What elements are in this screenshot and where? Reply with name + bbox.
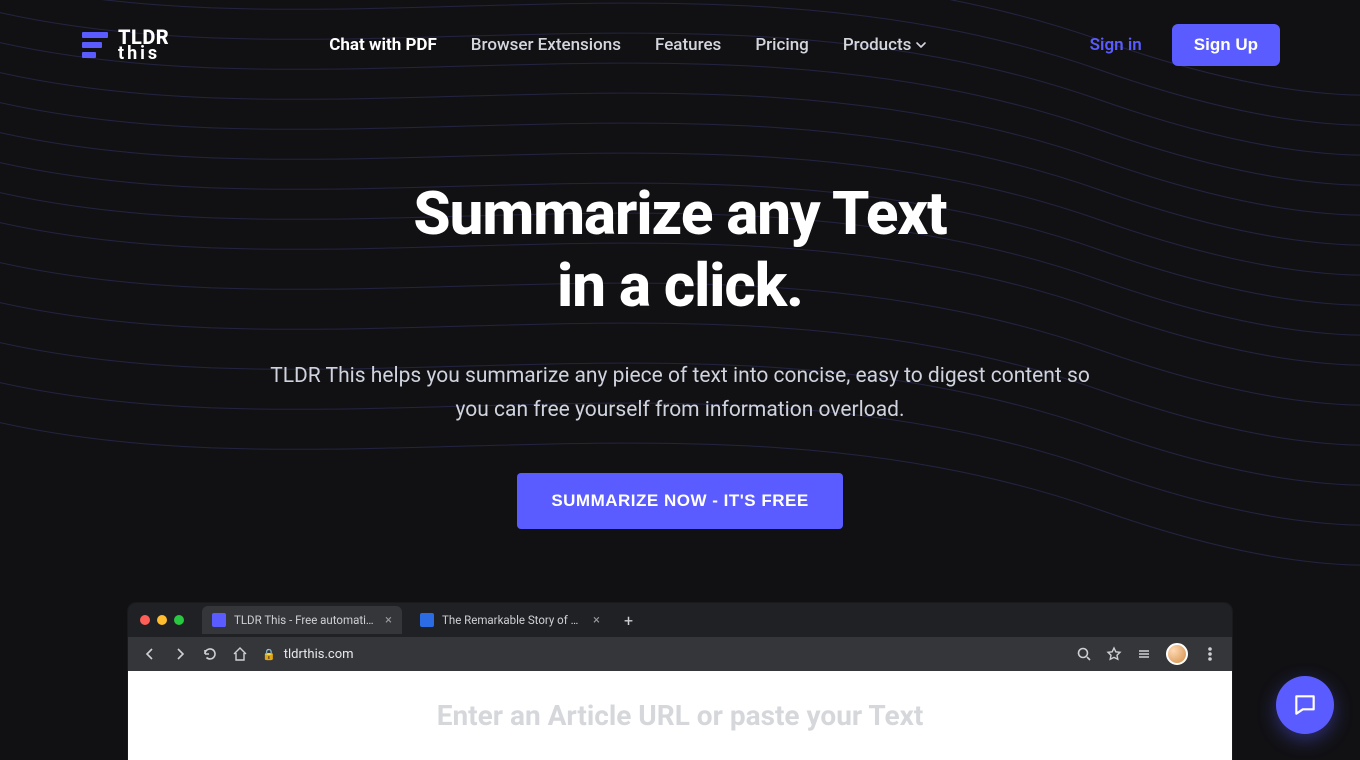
- extensions-icon[interactable]: [1136, 646, 1152, 662]
- nav-pricing[interactable]: Pricing: [755, 35, 809, 55]
- back-icon[interactable]: [142, 646, 158, 662]
- browser-mockup: TLDR This - Free automatic text × The Re…: [128, 603, 1232, 760]
- nav-right: Sign in Sign Up: [1090, 24, 1280, 66]
- star-icon[interactable]: [1106, 646, 1122, 662]
- logo-icon: [82, 30, 108, 60]
- new-tab-button[interactable]: +: [618, 611, 639, 630]
- nav-products[interactable]: Products: [843, 35, 928, 55]
- chat-icon: [1292, 692, 1318, 718]
- maximize-dot-icon: [174, 615, 184, 625]
- nav-features[interactable]: Features: [655, 35, 721, 55]
- reload-icon[interactable]: [202, 646, 218, 662]
- favicon-icon: [212, 613, 226, 627]
- mock-tab-bar: TLDR This - Free automatic text × The Re…: [128, 603, 1232, 637]
- tab-close-icon[interactable]: ×: [385, 613, 392, 628]
- tab-title: The Remarkable Story of Param: [442, 613, 585, 627]
- lock-icon: 🔒: [262, 648, 276, 661]
- mock-page-content: Enter an Article URL or paste your Text …: [128, 671, 1232, 760]
- signup-button[interactable]: Sign Up: [1172, 24, 1280, 66]
- window-controls: [140, 615, 184, 625]
- chevron-down-icon: [915, 39, 927, 51]
- brand-logo[interactable]: TLDR this: [82, 28, 169, 62]
- mock-page-heading: Enter an Article URL or paste your Text: [148, 699, 1212, 732]
- chat-fab-button[interactable]: [1276, 676, 1334, 734]
- minimize-dot-icon: [157, 615, 167, 625]
- logo-text: TLDR this: [118, 28, 169, 62]
- mock-address-bar: 🔒 tldrthis.com: [128, 637, 1232, 671]
- search-icon[interactable]: [1076, 646, 1092, 662]
- close-dot-icon: [140, 615, 150, 625]
- profile-avatar-icon[interactable]: [1166, 643, 1188, 665]
- hero-title: Summarize any Text in a click.: [0, 178, 1360, 322]
- home-icon[interactable]: [232, 646, 248, 662]
- nav-links: Chat with PDF Browser Extensions Feature…: [329, 35, 927, 55]
- signin-link[interactable]: Sign in: [1090, 35, 1142, 55]
- hero: Summarize any Text in a click. TLDR This…: [0, 178, 1360, 529]
- tab-title: TLDR This - Free automatic text: [234, 613, 377, 627]
- favicon-icon: [420, 613, 434, 627]
- forward-icon[interactable]: [172, 646, 188, 662]
- tab-close-icon[interactable]: ×: [593, 613, 600, 628]
- summarize-cta-button[interactable]: SUMMARIZE NOW - IT'S FREE: [517, 473, 842, 529]
- url-text: tldrthis.com: [284, 647, 354, 662]
- browser-tab-active[interactable]: TLDR This - Free automatic text ×: [202, 606, 402, 634]
- nav-browser-extensions[interactable]: Browser Extensions: [471, 35, 621, 55]
- menu-icon[interactable]: [1202, 646, 1218, 662]
- hero-subtitle: TLDR This helps you summarize any piece …: [265, 360, 1095, 427]
- top-nav: TLDR this Chat with PDF Browser Extensio…: [0, 0, 1360, 70]
- browser-tab-inactive[interactable]: The Remarkable Story of Param ×: [410, 606, 610, 634]
- url-field[interactable]: 🔒 tldrthis.com: [262, 647, 1062, 662]
- nav-chat-with-pdf[interactable]: Chat with PDF: [329, 35, 437, 55]
